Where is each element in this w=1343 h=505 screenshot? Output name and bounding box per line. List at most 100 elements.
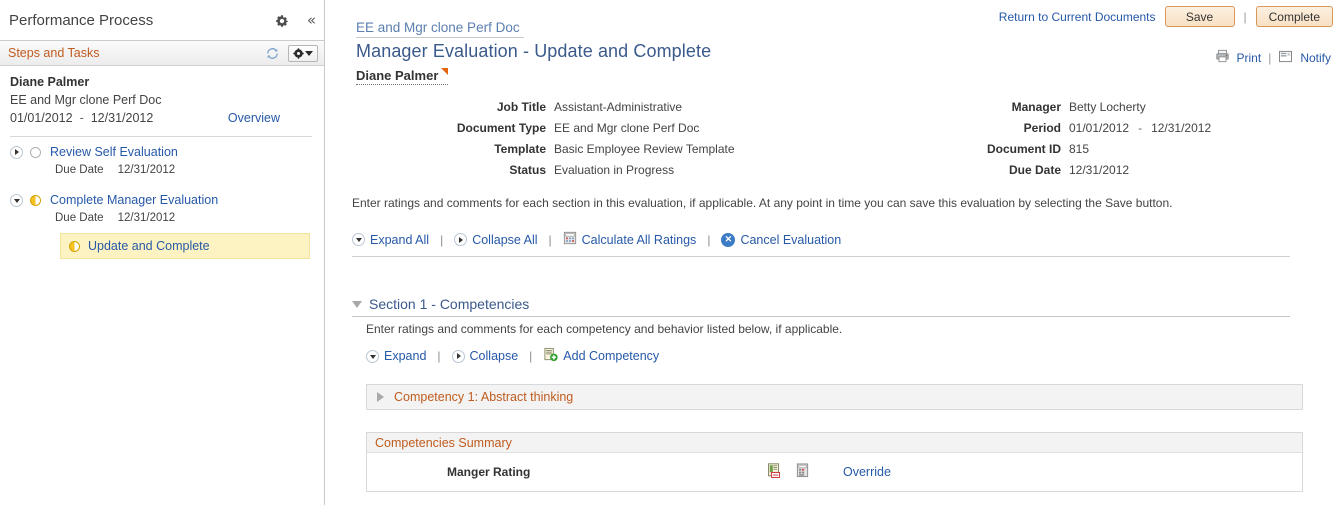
detail-label: Document ID — [986, 142, 1061, 156]
tree-row[interactable]: Complete Manager Evaluation — [10, 191, 324, 209]
print-notify-separator: | — [1268, 50, 1272, 65]
detail-value: Assistant-Administrative — [554, 100, 683, 114]
section-header: Section 1 - Competencies — [352, 296, 1290, 317]
detail-row: Document ID 815 — [886, 142, 1211, 163]
chevron-right-icon — [451, 349, 465, 363]
sidebar-item-update-and-complete[interactable]: Update and Complete — [60, 233, 310, 259]
double-chevron-left-icon[interactable]: « — [307, 13, 316, 28]
gear-icon[interactable] — [275, 14, 289, 28]
save-button[interactable]: Save — [1164, 6, 1235, 27]
competencies-summary-title: Competencies Summary — [375, 435, 512, 450]
toolbar-separator: | — [707, 232, 711, 247]
return-to-current-documents-link[interactable]: Return to Current Documents — [999, 10, 1156, 24]
calculate-all-ratings-label: Calculate All Ratings — [581, 232, 697, 247]
competencies-summary-panel: Competencies Summary Manger Rating Overr… — [366, 432, 1303, 492]
main-content: Return to Current Documents Save | Compl… — [326, 0, 1343, 505]
detail-label: Period — [1023, 121, 1061, 135]
expand-toggle-icon[interactable] — [10, 145, 23, 159]
detail-label: Template — [494, 142, 546, 156]
refresh-icon[interactable] — [266, 47, 279, 60]
collapse-button[interactable]: Collapse — [451, 349, 518, 363]
collapse-all-button[interactable]: Collapse All — [454, 233, 538, 247]
due-date-label: Due Date — [55, 164, 104, 176]
steps-and-tasks-actions — [266, 41, 318, 66]
action-separator: | — [1243, 9, 1247, 24]
cancel-evaluation-button[interactable]: ✕ Cancel Evaluation — [721, 232, 841, 247]
page-title: Manager Evaluation - Update and Complete — [356, 41, 712, 61]
due-date-value: 12/31/2012 — [117, 212, 176, 224]
employee-period: 01/01/2012 - 12/31/2012 Overview — [10, 111, 314, 125]
detail-label: Document Type — [456, 121, 546, 135]
overview-link[interactable]: Overview — [228, 111, 280, 125]
detail-value: Evaluation in Progress — [554, 163, 675, 177]
status-circle-icon — [30, 194, 41, 206]
gear-dropdown-icon[interactable] — [288, 45, 318, 62]
cancel-x-icon: ✕ — [721, 232, 736, 247]
period-start: 01/01/2012 — [10, 111, 73, 125]
tree-node-review-self-evaluation: Review Self Evaluation Due Date 12/31/20… — [0, 143, 324, 179]
detail-label: Manager — [1011, 100, 1061, 114]
employee-name: Diane Palmer — [10, 75, 90, 89]
sidebar-header: Performance Process « — [0, 0, 324, 41]
competency-label[interactable]: Competency 1: Abstract thinking — [394, 390, 573, 404]
sidebar-title: Performance Process — [9, 11, 154, 29]
notify-icon[interactable] — [1278, 50, 1293, 66]
details-right-column: Manager Betty Locherty Period 01/01/2012… — [886, 100, 1211, 184]
breadcrumb[interactable]: EE and Mgr clone Perf Doc — [356, 20, 524, 38]
toolbar-separator: | — [437, 349, 441, 363]
related-actions-icon[interactable] — [441, 68, 449, 75]
detail-row-period: Period 01/01/2012 - 12/31/2012 — [886, 121, 1211, 142]
sidebar-item-review-self-evaluation[interactable]: Review Self Evaluation — [50, 145, 178, 159]
due-date-value: 12/31/2012 — [117, 164, 176, 176]
section-toolbar: Expand | Collapse | Add Competency — [366, 347, 659, 365]
manager-rating-row: Manger Rating Override — [367, 453, 1302, 491]
calculator-icon — [563, 231, 577, 248]
manager-rating-label: Manger Rating — [447, 465, 531, 479]
subject-name-link[interactable]: Diane Palmer — [356, 68, 449, 85]
expand-all-label: Expand All — [370, 232, 430, 247]
detail-label: Status — [509, 163, 546, 177]
status-circle-icon — [30, 146, 41, 158]
competencies-summary-header: Competencies Summary — [367, 433, 1302, 453]
period-dash: - — [1138, 121, 1143, 135]
expand-label: Expand — [384, 349, 427, 363]
chevron-right-icon — [454, 233, 468, 246]
period-end: 12/31/2012 — [90, 111, 154, 125]
chevron-down-icon — [366, 349, 379, 363]
calculate-rating-icon[interactable] — [795, 463, 810, 481]
detail-value: Basic Employee Review Template — [554, 142, 735, 156]
collapse-toggle-icon[interactable] — [10, 193, 23, 207]
steps-and-tasks-label: Steps and Tasks — [8, 46, 100, 60]
employee-document: EE and Mgr clone Perf Doc — [10, 93, 162, 107]
override-link[interactable]: Override — [843, 465, 891, 479]
print-link[interactable]: Print — [1237, 51, 1262, 65]
tree-row[interactable]: Review Self Evaluation — [10, 143, 324, 161]
toolbar-separator: | — [548, 232, 552, 247]
steps-and-tasks-bar: Steps and Tasks — [0, 41, 324, 66]
sidebar-item-complete-manager-evaluation[interactable]: Complete Manager Evaluation — [50, 193, 218, 207]
detail-label: Due Date — [1008, 163, 1061, 177]
chevron-down-icon — [352, 233, 365, 246]
complete-button[interactable]: Complete — [1255, 6, 1333, 27]
sidebar-item-label[interactable]: Update and Complete — [88, 239, 210, 253]
calculate-all-ratings-button[interactable]: Calculate All Ratings — [563, 231, 697, 248]
tree-due-date: Due Date 12/31/2012 — [10, 209, 324, 227]
detail-value: Betty Locherty — [1069, 100, 1146, 114]
expand-button[interactable]: Expand — [366, 349, 426, 363]
expand-all-button[interactable]: Expand All — [352, 233, 429, 247]
detail-value: 12/31/2012 — [1069, 163, 1130, 177]
add-competency-button[interactable]: Add Competency — [543, 347, 659, 365]
section-collapse-icon[interactable] — [352, 300, 362, 308]
rating-detail-icon[interactable] — [767, 462, 783, 482]
detail-value: 815 — [1069, 142, 1090, 156]
printer-icon[interactable] — [1215, 49, 1230, 66]
employee-summary: Diane Palmer EE and Mgr clone Perf Doc 0… — [0, 66, 324, 127]
evaluation-toolbar: Expand All | Collapse All | Calculate Al… — [352, 231, 1290, 257]
notify-link[interactable]: Notify — [1300, 51, 1331, 65]
add-document-icon — [543, 347, 558, 365]
top-action-bar: Return to Current Documents Save | Compl… — [999, 6, 1333, 27]
chevron-right-icon[interactable] — [377, 392, 384, 402]
tree-due-date: Due Date 12/31/2012 — [10, 161, 324, 179]
competency-collapsible-row[interactable]: Competency 1: Abstract thinking — [366, 384, 1303, 410]
section-instructions: Enter ratings and comments for each comp… — [366, 322, 843, 336]
